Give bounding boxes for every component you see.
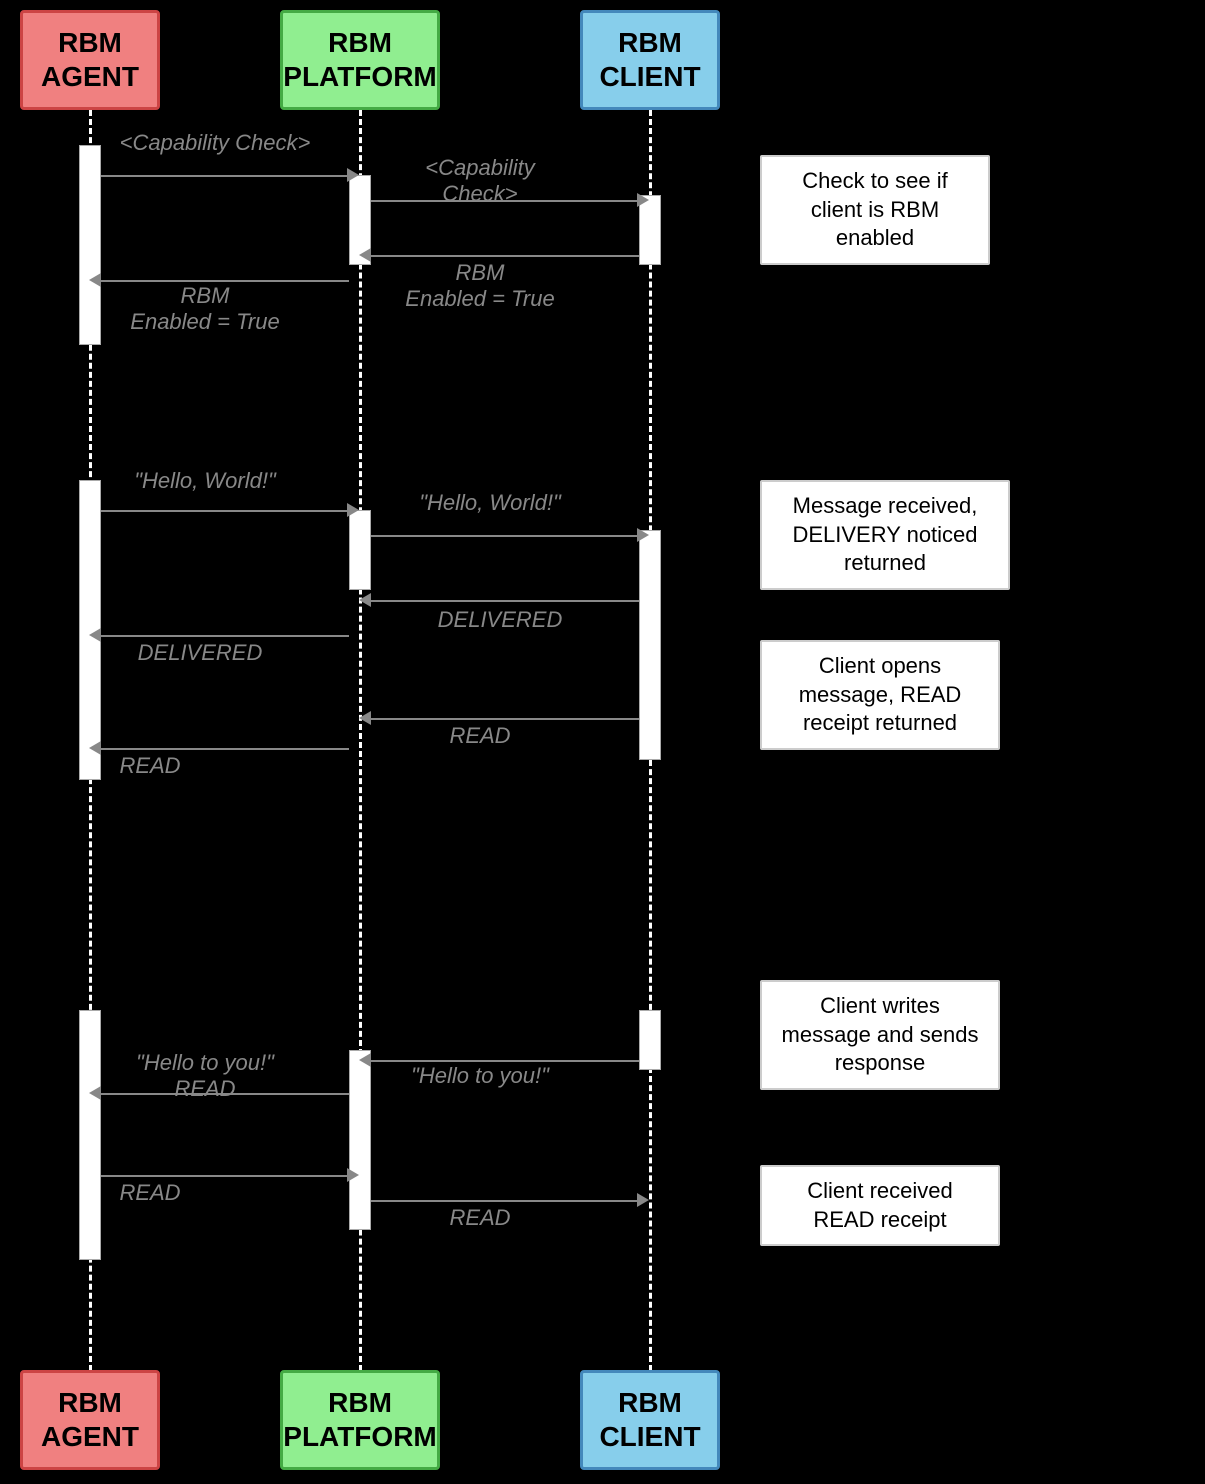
arrow-client-to-platform-enabled <box>371 255 639 257</box>
note-client-read-receipt: Client received READ receipt <box>760 1165 1000 1246</box>
arrowhead-platform-to-agent-enabled <box>89 273 101 287</box>
label-platform-to-agent-helloyou: "Hello to you!"READ <box>100 1050 310 1102</box>
actor-agent-top-label: RBMAGENT <box>41 26 139 93</box>
arrow-agent-to-platform-cap <box>101 175 349 177</box>
note-capability-check: Check to see if client is RBM enabled <box>760 155 990 265</box>
arrowhead-client-to-platform-delivered <box>359 593 371 607</box>
actor-platform-top: RBMPLATFORM <box>280 10 440 110</box>
actor-agent-bottom-label: RBMAGENT <box>41 1386 139 1453</box>
arrowhead-client-to-platform-read <box>359 711 371 725</box>
arrow-platform-to-client-read2 <box>371 1200 639 1202</box>
arrowhead-agent-to-platform-read2 <box>347 1168 359 1182</box>
arrow-platform-to-agent-delivered <box>101 635 349 637</box>
actor-platform-top-label: RBMPLATFORM <box>283 26 436 93</box>
arrowhead-platform-to-client-read2 <box>637 1193 649 1207</box>
arrowhead-agent-to-platform-hello <box>347 503 359 517</box>
arrow-platform-to-client-hello <box>371 535 639 537</box>
activation-client-2 <box>639 530 661 760</box>
label-client-to-platform-enabled: RBMEnabled = True <box>380 260 580 312</box>
label-platform-to-agent-enabled: RBMEnabled = True <box>105 283 305 335</box>
arrowhead-platform-to-client-cap <box>637 193 649 207</box>
activation-agent-1 <box>79 145 101 345</box>
note-client-writes: Client writes message and sends response <box>760 980 1000 1090</box>
arrow-platform-to-agent-enabled <box>101 280 349 282</box>
actor-platform-bottom-label: RBMPLATFORM <box>283 1386 436 1453</box>
label-platform-to-client-cap: <CapabilityCheck> <box>380 155 580 207</box>
label-agent-to-platform-cap: <Capability Check> <box>105 130 325 156</box>
label-client-to-platform-read: READ <box>430 723 530 749</box>
arrow-platform-to-agent-read <box>101 748 349 750</box>
arrow-agent-to-platform-hello <box>101 510 349 512</box>
activation-client-3 <box>639 1010 661 1070</box>
arrowhead-agent-to-platform-cap <box>347 168 359 182</box>
label-platform-to-client-hello: "Hello, World!" <box>390 490 590 516</box>
actor-platform-bottom: RBMPLATFORM <box>280 1370 440 1470</box>
note-delivery: Message received, DELIVERY noticed retur… <box>760 480 1010 590</box>
activation-platform-2 <box>349 510 371 590</box>
actor-client-bottom-label: RBMCLIENT <box>599 1386 700 1453</box>
label-platform-to-agent-read: READ <box>100 753 200 779</box>
sequence-diagram: RBMAGENT RBMPLATFORM RBMCLIENT <Capabili… <box>0 0 1205 1484</box>
label-platform-to-agent-delivered: DELIVERED <box>100 640 300 666</box>
label-agent-to-platform-hello: "Hello, World!" <box>105 468 305 494</box>
arrow-client-to-platform-read <box>371 718 639 720</box>
actor-client-top-label: RBMCLIENT <box>599 26 700 93</box>
activation-agent-3 <box>79 1010 101 1260</box>
actor-client-top: RBMCLIENT <box>580 10 720 110</box>
arrow-client-to-platform-delivered <box>371 600 639 602</box>
arrowhead-platform-to-client-hello <box>637 528 649 542</box>
note-read-receipt: Client opens message, READ receipt retur… <box>760 640 1000 750</box>
actor-agent-top: RBMAGENT <box>20 10 160 110</box>
actor-client-bottom: RBMCLIENT <box>580 1370 720 1470</box>
activation-platform-3 <box>349 1050 371 1230</box>
arrow-client-to-platform-helloyou <box>371 1060 639 1062</box>
label-agent-read2: READ <box>100 1180 200 1206</box>
label-platform-to-client-read2: READ <box>430 1205 530 1231</box>
arrowhead-client-to-platform-helloyou <box>359 1053 371 1067</box>
label-client-to-platform-delivered: DELIVERED <box>400 607 600 633</box>
arrowhead-client-to-platform-enabled <box>359 248 371 262</box>
label-client-to-platform-helloyou: "Hello to you!" <box>380 1063 580 1089</box>
actor-agent-bottom: RBMAGENT <box>20 1370 160 1470</box>
arrow-agent-to-platform-read2 <box>101 1175 349 1177</box>
